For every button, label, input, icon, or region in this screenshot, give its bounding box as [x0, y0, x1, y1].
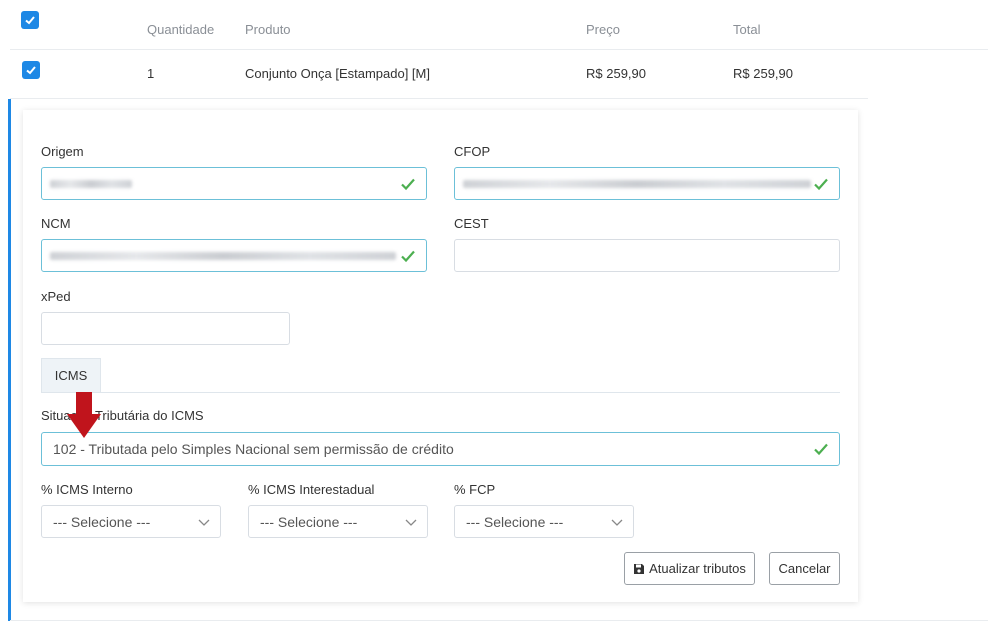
- check-icon: [26, 66, 36, 75]
- tab-divider: [41, 392, 840, 393]
- situacao-label: Situação Tributária do ICMS: [41, 408, 204, 423]
- header-divider: [10, 49, 988, 50]
- icms-interestadual-select[interactable]: --- Selecione ---: [248, 505, 428, 538]
- icms-interno-label: % ICMS Interno: [41, 482, 133, 497]
- header-preco: Preço: [586, 22, 620, 37]
- cell-preco: R$ 259,90: [586, 66, 646, 81]
- row-divider: [10, 98, 868, 99]
- xped-field[interactable]: [41, 312, 290, 345]
- fcp-select[interactable]: --- Selecione ---: [454, 505, 634, 538]
- ncm-field[interactable]: [41, 239, 427, 272]
- check-icon: [25, 16, 35, 25]
- header-total: Total: [733, 22, 761, 37]
- select-all-checkbox[interactable]: [21, 11, 39, 29]
- select-placeholder: --- Selecione ---: [466, 513, 564, 530]
- xped-label: xPed: [41, 289, 71, 304]
- red-arrow-down-icon: [67, 392, 101, 438]
- floppy-disk-icon: [634, 563, 645, 574]
- chevron-down-icon: [405, 519, 417, 526]
- select-placeholder: --- Selecione ---: [260, 513, 358, 530]
- cell-quantidade: 1: [147, 66, 155, 81]
- fcp-label: % FCP: [454, 482, 496, 497]
- origem-field[interactable]: [41, 167, 427, 200]
- cell-total: R$ 259,90: [733, 66, 793, 81]
- situacao-value: 102 - Tributada pelo Simples Nacional se…: [53, 441, 454, 457]
- icms-interno-select[interactable]: --- Selecione ---: [41, 505, 221, 538]
- checkmark-icon: [814, 178, 828, 190]
- header-quantidade: Quantidade: [147, 22, 215, 37]
- cfop-label: CFOP: [454, 144, 491, 159]
- row-checkbox[interactable]: [22, 61, 40, 79]
- header-produto: Produto: [245, 22, 291, 37]
- redacted-value: [463, 179, 811, 188]
- cest-label: CEST: [454, 216, 489, 231]
- tax-detail-card: Origem CFOP NCM CEST xPed ICMS Situação …: [23, 110, 858, 602]
- checkmark-icon: [401, 250, 415, 262]
- chevron-down-icon: [611, 519, 623, 526]
- redacted-value: [50, 251, 396, 260]
- icms-interestadual-label: % ICMS Interestadual: [248, 482, 375, 497]
- cancelar-button[interactable]: Cancelar: [769, 552, 840, 585]
- origem-label: Origem: [41, 144, 84, 159]
- cfop-field[interactable]: [454, 167, 840, 200]
- tab-icms[interactable]: ICMS: [41, 358, 101, 392]
- atualizar-tributos-button[interactable]: Atualizar tributos: [624, 552, 755, 585]
- select-placeholder: --- Selecione ---: [53, 513, 151, 530]
- ncm-label: NCM: [41, 216, 71, 231]
- detail-accent-bar: [8, 99, 11, 621]
- cancelar-label: Cancelar: [778, 561, 831, 576]
- bottom-divider: [10, 620, 988, 621]
- checkmark-icon: [401, 178, 415, 190]
- cell-produto: Conjunto Onça [Estampado] [M]: [245, 66, 430, 81]
- redacted-value: [50, 179, 132, 188]
- cest-field[interactable]: [454, 239, 840, 272]
- chevron-down-icon: [198, 519, 210, 526]
- atualizar-label: Atualizar tributos: [649, 561, 746, 576]
- checkmark-icon: [814, 443, 828, 456]
- situacao-select[interactable]: 102 - Tributada pelo Simples Nacional se…: [41, 432, 840, 466]
